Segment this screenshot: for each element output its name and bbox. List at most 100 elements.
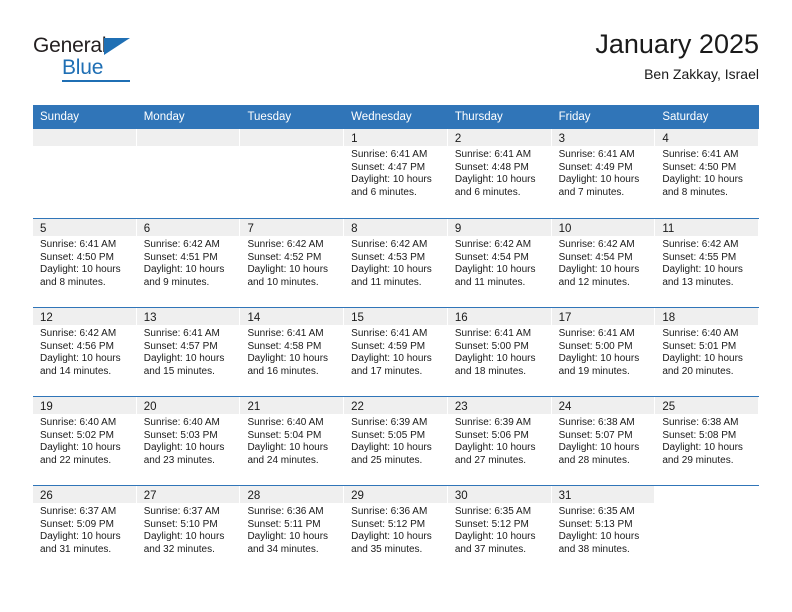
calendar-day-cell[interactable]: 27 Sunrise: 6:37 AM Sunset: 5:10 PM Dayligh… <box>136 486 241 574</box>
day-details: Sunrise: 6:41 AM Sunset: 4:57 PM Daylight:… <box>137 325 241 378</box>
day-number-strip: 27 <box>136 486 241 503</box>
day-detail-line: Daylight: 10 hours <box>247 264 329 276</box>
calendar-day-cell[interactable]: 3 Sunrise: 6:41 AM Sunset: 4:49 PM Daylight… <box>551 129 656 218</box>
day-detail-line: Sunset: 5:10 PM <box>143 518 218 530</box>
calendar-day-cell[interactable]: 21 Sunrise: 6:40 AM Sunset: 5:04 PM Dayligh… <box>240 397 345 485</box>
day-number: 9 <box>454 223 462 235</box>
calendar-day-cell[interactable]: 12 Sunrise: 6:42 AM Sunset: 4:56 PM Dayligh… <box>33 308 137 396</box>
day-number: 21 <box>247 401 261 413</box>
day-detail-line: Sunrise: 6:37 AM <box>40 506 117 517</box>
calendar-day-cell[interactable]: 22 Sunrise: 6:39 AM Sunset: 5:05 PM Dayligh… <box>344 397 448 485</box>
page-header: General Blue January 2025 Ben Zakkay, Is… <box>33 28 759 96</box>
calendar-page: General Blue January 2025 Ben Zakkay, Is… <box>0 0 792 612</box>
day-detail-line: Sunset: 5:06 PM <box>454 429 529 441</box>
day-number: 1 <box>351 133 358 145</box>
day-details: Sunrise: 6:36 AM Sunset: 5:11 PM Daylight:… <box>240 503 344 556</box>
day-number: 24 <box>558 401 572 413</box>
calendar-day-cell[interactable]: 29 Sunrise: 6:36 AM Sunset: 5:12 PM Dayligh… <box>344 486 448 574</box>
day-number: 28 <box>247 490 261 502</box>
day-detail-line: and 32 minutes. <box>143 543 215 555</box>
day-detail-line: Daylight: 10 hours <box>247 353 329 365</box>
calendar-day-cell[interactable]: 28 Sunrise: 6:36 AM Sunset: 5:11 PM Dayligh… <box>240 486 345 574</box>
day-detail-line: Sunset: 4:49 PM <box>558 161 633 173</box>
calendar-day-cell[interactable]: 24 Sunrise: 6:38 AM Sunset: 5:07 PM Dayligh… <box>551 397 656 485</box>
day-details: Sunrise: 6:37 AM Sunset: 5:09 PM Daylight:… <box>33 503 137 556</box>
day-detail-line: Sunrise: 6:40 AM <box>143 417 220 428</box>
day-detail-line: Daylight: 10 hours <box>143 442 225 454</box>
day-detail-line: Sunrise: 6:42 AM <box>662 239 739 250</box>
day-detail-line: Sunrise: 6:39 AM <box>454 417 532 428</box>
day-detail-line: and 34 minutes. <box>247 543 319 555</box>
day-number-strip: 12 <box>33 308 137 325</box>
calendar-day-cell[interactable]: 4 Sunrise: 6:41 AM Sunset: 4:50 PM Daylight… <box>655 129 760 218</box>
day-detail-line: Daylight: 10 hours <box>454 174 536 186</box>
calendar-day-cell[interactable]: 8 Sunrise: 6:42 AM Sunset: 4:53 PM Daylight… <box>344 219 448 307</box>
day-detail-line: and 19 minutes. <box>558 365 630 377</box>
day-details: Sunrise: 6:42 AM Sunset: 4:53 PM Daylight:… <box>344 236 448 289</box>
day-details: Sunrise: 6:42 AM Sunset: 4:52 PM Daylight:… <box>240 236 344 289</box>
day-detail-line: Sunset: 5:00 PM <box>454 340 529 352</box>
day-detail-line: Daylight: 10 hours <box>662 442 743 454</box>
day-details: Sunrise: 6:40 AM Sunset: 5:04 PM Daylight:… <box>240 414 344 467</box>
calendar-day-cell-empty <box>655 486 760 574</box>
day-detail-line: Sunset: 4:51 PM <box>143 251 218 263</box>
triangle-icon <box>104 38 130 55</box>
calendar-day-cell[interactable]: 11 Sunrise: 6:42 AM Sunset: 4:55 PM Dayligh… <box>655 219 760 307</box>
day-detail-line: Daylight: 10 hours <box>40 264 121 276</box>
day-detail-line: Sunrise: 6:42 AM <box>558 239 635 250</box>
weekday-header-thursday: Thursday <box>454 111 503 123</box>
day-number: 4 <box>662 133 669 145</box>
calendar-day-cell[interactable]: 10 Sunrise: 6:42 AM Sunset: 4:54 PM Dayligh… <box>551 219 656 307</box>
day-detail-line: and 23 minutes. <box>143 454 215 466</box>
day-details: Sunrise: 6:41 AM Sunset: 4:50 PM Daylight:… <box>33 236 137 289</box>
calendar-day-cell[interactable]: 18 Sunrise: 6:40 AM Sunset: 5:01 PM Dayligh… <box>655 308 760 396</box>
calendar-day-cell[interactable]: 6 Sunrise: 6:42 AM Sunset: 4:51 PM Daylight… <box>136 219 241 307</box>
calendar-day-cell[interactable]: 5 Sunrise: 6:41 AM Sunset: 4:50 PM Daylight… <box>33 219 137 307</box>
day-detail-line: Sunset: 5:05 PM <box>351 429 426 441</box>
day-details: Sunrise: 6:42 AM Sunset: 4:56 PM Daylight:… <box>33 325 137 378</box>
day-detail-line: Sunset: 4:54 PM <box>454 251 529 263</box>
calendar-day-cell-empty <box>240 129 345 218</box>
day-detail-line: and 38 minutes. <box>558 543 630 555</box>
calendar-day-cell[interactable]: 15 Sunrise: 6:41 AM Sunset: 4:59 PM Dayligh… <box>344 308 448 396</box>
calendar-day-cell[interactable]: 1 Sunrise: 6:41 AM Sunset: 4:47 PM Daylight… <box>344 129 448 218</box>
calendar-day-cell[interactable]: 20 Sunrise: 6:40 AM Sunset: 5:03 PM Dayligh… <box>136 397 241 485</box>
calendar-day-cell[interactable]: 25 Sunrise: 6:38 AM Sunset: 5:08 PM Dayligh… <box>655 397 760 485</box>
day-number: 8 <box>351 223 358 235</box>
calendar-day-cell[interactable]: 2 Sunrise: 6:41 AM Sunset: 4:48 PM Daylight… <box>447 129 552 218</box>
calendar-day-cell[interactable]: 13 Sunrise: 6:41 AM Sunset: 4:57 PM Dayligh… <box>136 308 241 396</box>
calendar-day-cell[interactable]: 7 Sunrise: 6:42 AM Sunset: 4:52 PM Daylight… <box>240 219 345 307</box>
day-detail-line: Daylight: 10 hours <box>143 264 225 276</box>
calendar-day-cell[interactable]: 26 Sunrise: 6:37 AM Sunset: 5:09 PM Dayligh… <box>33 486 137 574</box>
day-detail-line: Sunrise: 6:36 AM <box>351 506 428 517</box>
day-number-strip: 15 <box>344 308 448 325</box>
calendar-day-cell[interactable]: 19 Sunrise: 6:40 AM Sunset: 5:02 PM Dayligh… <box>33 397 137 485</box>
day-detail-line: Daylight: 10 hours <box>558 442 640 454</box>
day-detail-line: Sunrise: 6:41 AM <box>143 328 220 339</box>
day-detail-line: and 11 minutes. <box>351 276 422 288</box>
day-number-strip <box>240 129 345 146</box>
day-detail-line: Sunset: 5:00 PM <box>558 340 633 352</box>
day-detail-line: Daylight: 10 hours <box>351 442 432 454</box>
day-details: Sunrise: 6:35 AM Sunset: 5:12 PM Daylight:… <box>448 503 552 556</box>
calendar-day-cell[interactable]: 30 Sunrise: 6:35 AM Sunset: 5:12 PM Dayligh… <box>447 486 552 574</box>
day-number-strip: 1 <box>344 129 448 146</box>
day-detail-line: and 14 minutes. <box>40 365 112 377</box>
day-detail-line: Sunrise: 6:35 AM <box>454 506 532 517</box>
calendar-day-cell[interactable]: 31 Sunrise: 6:35 AM Sunset: 5:13 PM Dayligh… <box>551 486 656 574</box>
calendar-day-cell[interactable]: 16 Sunrise: 6:41 AM Sunset: 5:00 PM Dayligh… <box>447 308 552 396</box>
day-number-strip: 28 <box>240 486 345 503</box>
calendar-day-cell[interactable]: 23 Sunrise: 6:39 AM Sunset: 5:06 PM Dayligh… <box>447 397 552 485</box>
day-details: Sunrise: 6:41 AM Sunset: 5:00 PM Daylight:… <box>448 325 552 378</box>
day-detail-line: Daylight: 10 hours <box>351 353 432 365</box>
day-details: Sunrise: 6:35 AM Sunset: 5:13 PM Daylight:… <box>552 503 656 556</box>
day-detail-line: and 18 minutes. <box>454 365 527 377</box>
calendar-day-cell[interactable]: 14 Sunrise: 6:41 AM Sunset: 4:58 PM Dayligh… <box>240 308 345 396</box>
generalblue-logo[interactable]: General Blue <box>33 34 153 86</box>
day-detail-line: Daylight: 10 hours <box>40 442 121 454</box>
day-detail-line: Sunset: 5:02 PM <box>40 429 114 441</box>
calendar-day-cell[interactable]: 9 Sunrise: 6:42 AM Sunset: 4:54 PM Daylight… <box>447 219 552 307</box>
day-detail-line: Sunset: 4:53 PM <box>351 251 426 263</box>
day-detail-line: and 20 minutes. <box>662 365 734 377</box>
calendar-day-cell[interactable]: 17 Sunrise: 6:41 AM Sunset: 5:00 PM Dayligh… <box>551 308 656 396</box>
